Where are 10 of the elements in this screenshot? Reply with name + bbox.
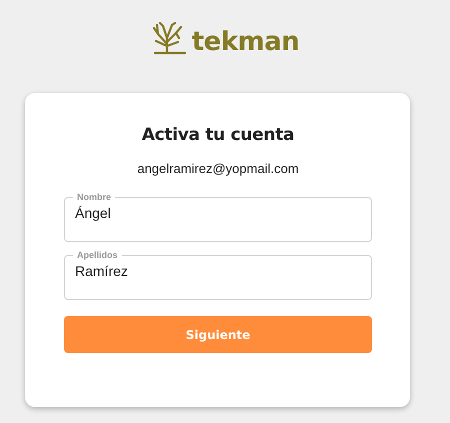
field-label: Nombre: [77, 192, 112, 202]
field-label: Apellidos: [77, 250, 118, 260]
field-input[interactable]: Ángel: [75, 202, 361, 221]
tree-logo-icon: [150, 22, 189, 56]
text-field[interactable]: Nombre Ángel: [64, 192, 372, 242]
text-field[interactable]: Apellidos Ramírez: [64, 250, 372, 300]
card-title: Activa tu cuenta: [140, 125, 296, 145]
account-email: angelramirez@yopmail.com: [136, 161, 300, 176]
brand-name: tekman: [192, 28, 300, 56]
field-input[interactable]: Ramírez: [75, 260, 361, 279]
